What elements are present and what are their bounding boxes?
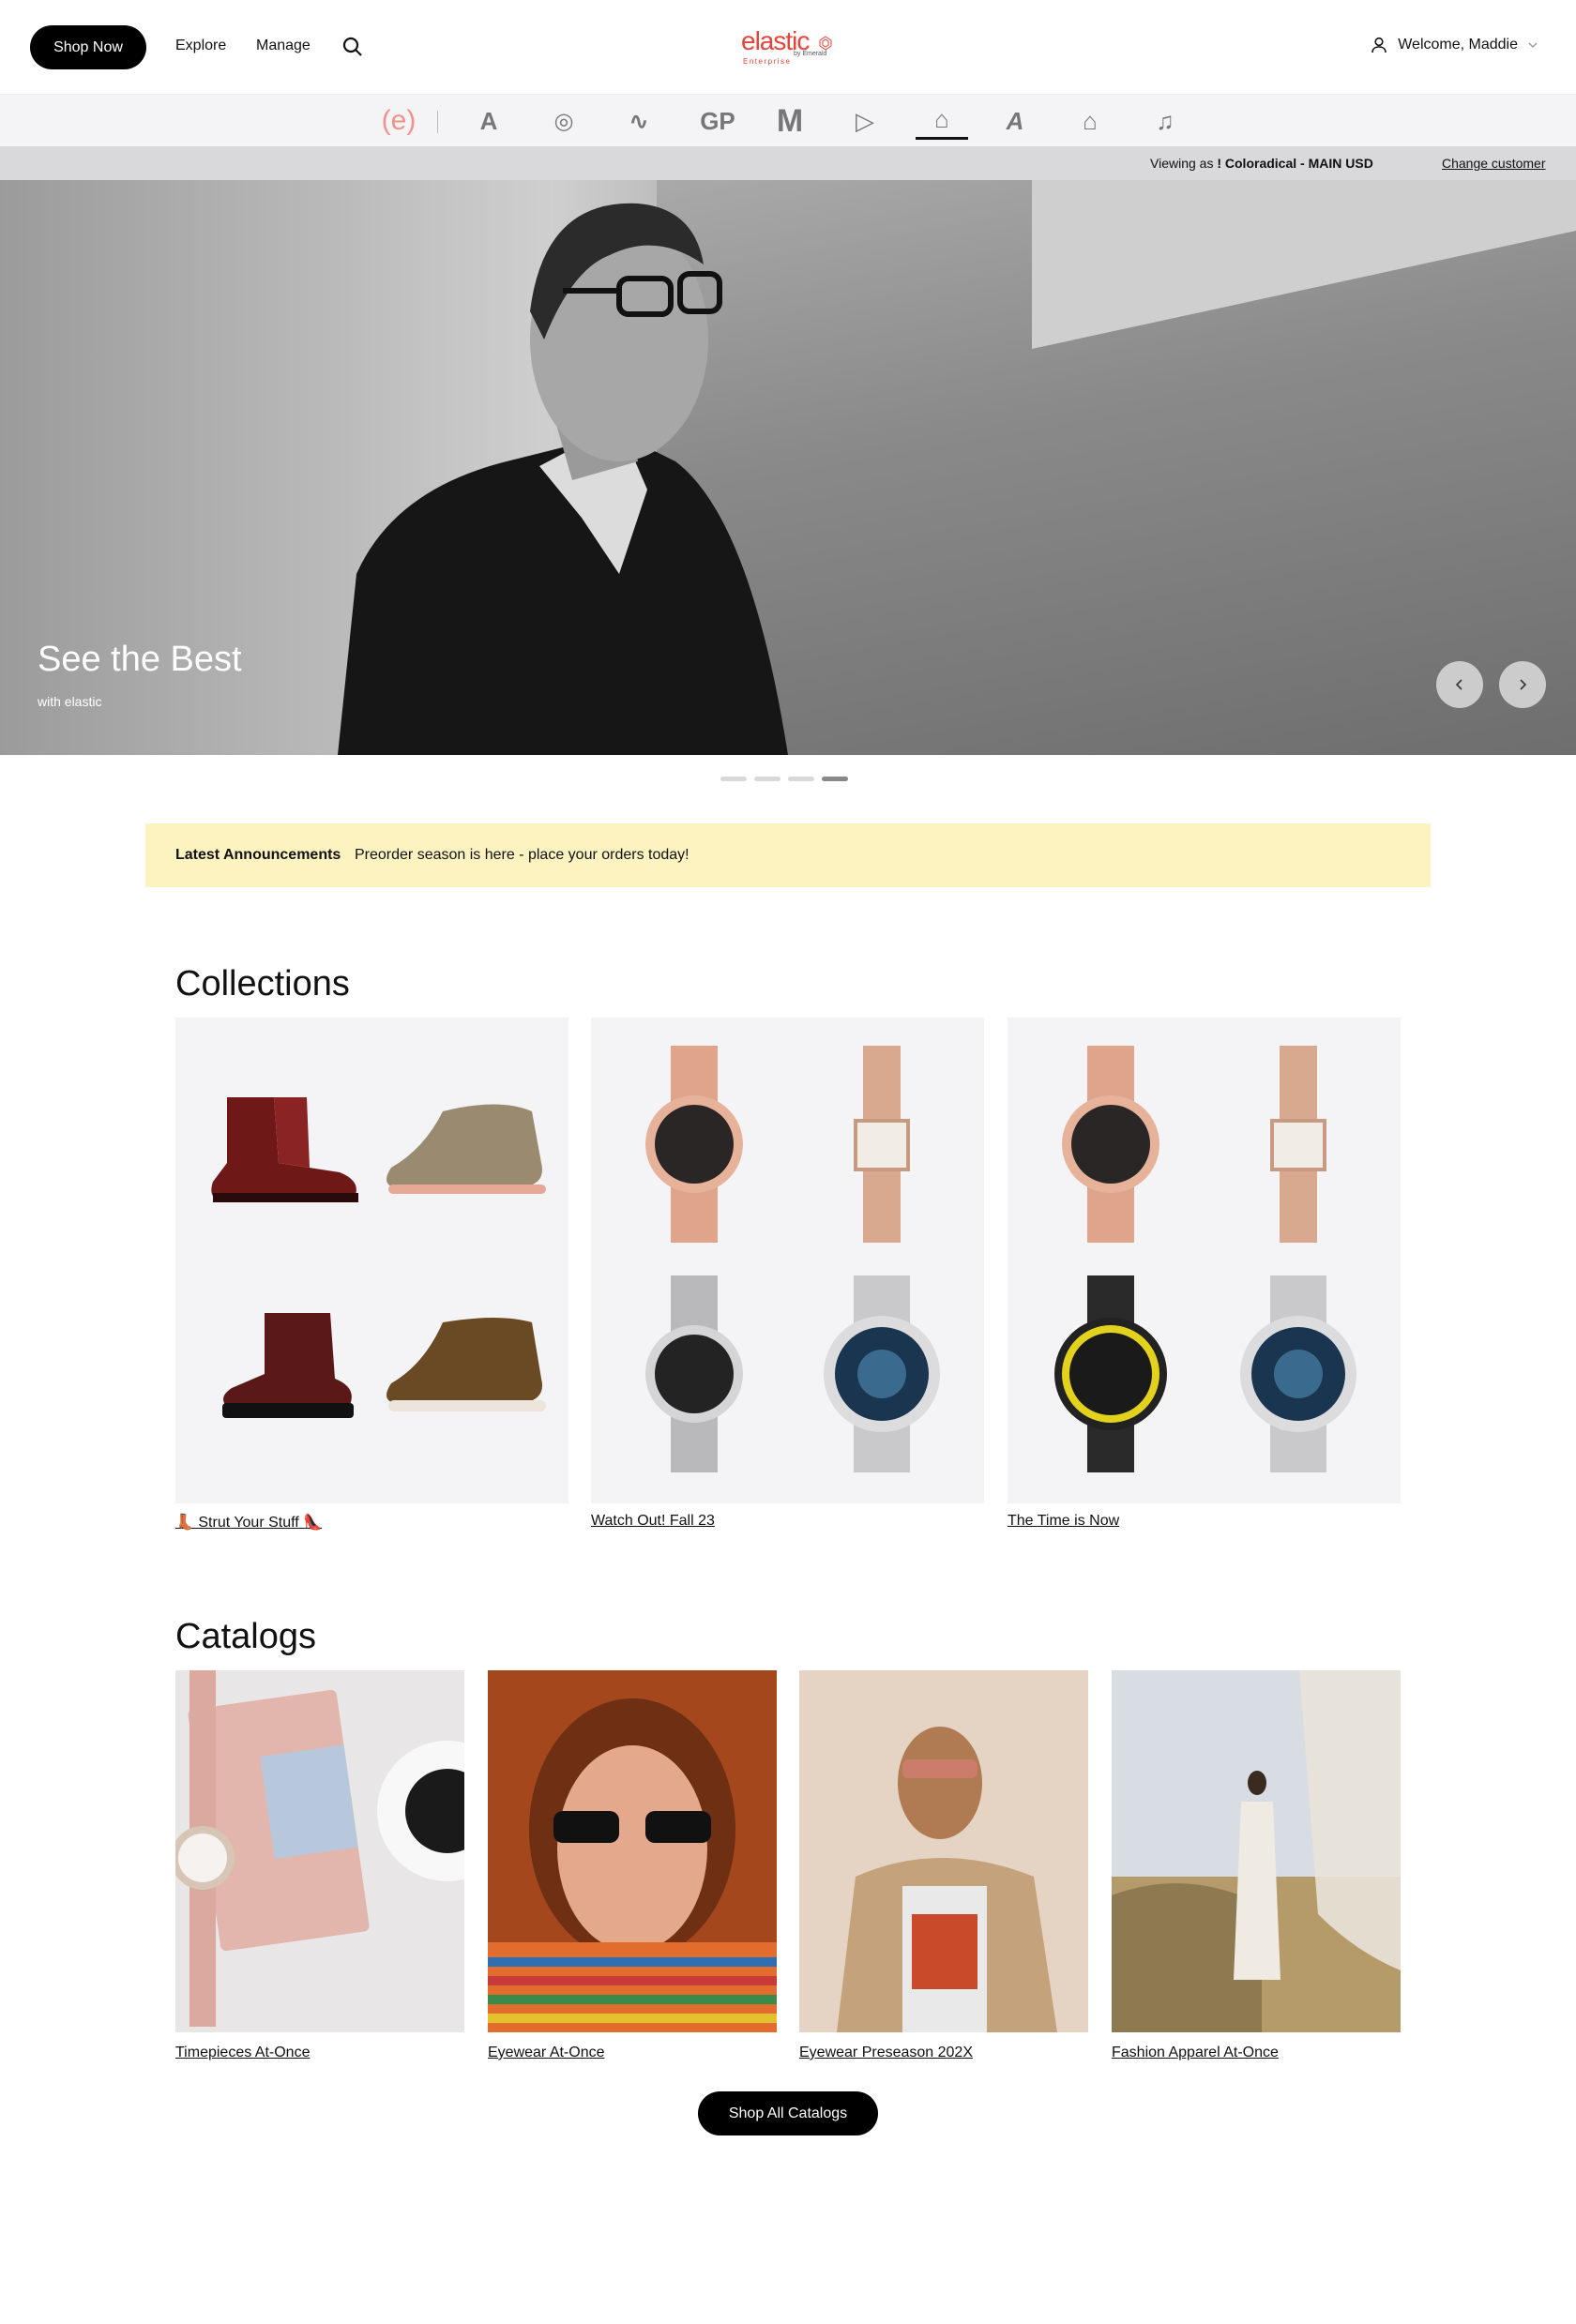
elastic-logo[interactable]: elastic by Emerald Enterprise bbox=[741, 26, 835, 68]
carousel-next-button[interactable] bbox=[1499, 661, 1546, 708]
catalog-link[interactable]: Eyewear Preseason 202X bbox=[799, 2045, 973, 2061]
search-icon[interactable] bbox=[341, 36, 364, 58]
brand-logo-2[interactable]: ◎ bbox=[541, 102, 586, 140]
welcome-text: Welcome, Maddie bbox=[1398, 37, 1518, 53]
collection-card-strut-your-stuff[interactable] bbox=[175, 1018, 568, 1503]
catalog-image bbox=[1112, 1670, 1401, 2032]
watch-image bbox=[1062, 1046, 1159, 1243]
change-customer-link[interactable]: Change customer bbox=[1442, 156, 1546, 171]
chevron-left-icon bbox=[1455, 679, 1462, 690]
watch-image bbox=[645, 1046, 743, 1243]
boot-image bbox=[211, 1097, 358, 1202]
catalog-link[interactable]: Timepieces At-Once bbox=[175, 2045, 310, 2061]
hero-title: See the Best bbox=[38, 640, 242, 679]
top-header: Shop Now Explore Manage elastic by Emera… bbox=[0, 0, 1576, 94]
chevron-down-icon bbox=[1528, 42, 1538, 48]
carousel-dot[interactable] bbox=[754, 777, 780, 781]
catalog-card-fashion-apparel[interactable] bbox=[1112, 1670, 1401, 2032]
logo-by-text: by Emerald bbox=[794, 51, 827, 57]
catalog-link[interactable]: Fashion Apparel At-Once bbox=[1112, 2045, 1279, 2061]
brand-strip: (e) A ◎ ∿ GP M ▷ ⌂ A ⌂ ♫ bbox=[0, 94, 1576, 146]
catalog-image bbox=[488, 1670, 777, 2032]
nav-manage-link[interactable]: Manage bbox=[256, 38, 311, 54]
catalog-image bbox=[175, 1670, 464, 2032]
collection-card-watch-out[interactable] bbox=[591, 1018, 984, 1503]
watch-image bbox=[824, 1275, 940, 1472]
brand-logo-3[interactable]: ∿ bbox=[616, 102, 661, 140]
brand-logo-9[interactable]: ⌂ bbox=[1068, 102, 1113, 140]
emerald-gem-icon bbox=[819, 36, 832, 51]
collection-link[interactable]: Watch Out! Fall 23 bbox=[591, 1513, 715, 1530]
hero-subtitle: with elastic bbox=[38, 694, 102, 709]
collection-link[interactable]: The Time is Now bbox=[1008, 1513, 1119, 1530]
shop-all-catalogs-button[interactable]: Shop All Catalogs bbox=[698, 2091, 878, 2135]
logo-subtitle: Enterprise bbox=[743, 57, 792, 66]
announcement-label: Latest Announcements bbox=[175, 847, 341, 863]
user-icon bbox=[1371, 37, 1387, 53]
shoe-image bbox=[386, 1104, 546, 1194]
announcement-banner: Latest Announcements Preorder season is … bbox=[145, 823, 1431, 887]
watch-image bbox=[1240, 1275, 1356, 1472]
nav-explore-link[interactable]: Explore bbox=[175, 38, 226, 54]
viewing-customer-name: ! Coloradical - MAIN USD bbox=[1217, 156, 1373, 171]
watch-image bbox=[854, 1046, 910, 1243]
brand-logo-6[interactable]: ▷ bbox=[842, 102, 887, 140]
brand-logo-5[interactable]: M bbox=[767, 102, 812, 140]
account-menu[interactable]: Welcome, Maddie bbox=[1370, 36, 1538, 54]
announcement-text: Preorder season is here - place your ord… bbox=[355, 847, 690, 863]
shoe-image bbox=[386, 1318, 546, 1411]
carousel-prev-button[interactable] bbox=[1436, 661, 1483, 708]
boot-image bbox=[222, 1313, 354, 1418]
viewing-as-bar: Viewing as ! Coloradical - MAIN USD Chan… bbox=[0, 146, 1576, 180]
brand-logo-1[interactable]: A bbox=[466, 102, 511, 140]
collection-card-time-is-now[interactable] bbox=[1008, 1018, 1401, 1503]
hero-carousel: See the Best with elastic bbox=[0, 180, 1576, 755]
catalog-image bbox=[799, 1670, 1088, 2032]
brand-logo-10[interactable]: ♫ bbox=[1143, 102, 1188, 140]
carousel-dot[interactable] bbox=[788, 777, 814, 781]
brand-elastic[interactable]: (e) bbox=[375, 102, 422, 140]
carousel-dot[interactable] bbox=[720, 777, 747, 781]
collections-heading: Collections bbox=[175, 964, 350, 1004]
catalog-card-eyewear-preseason[interactable] bbox=[799, 1670, 1088, 2032]
hero-image bbox=[338, 203, 788, 755]
shop-now-button[interactable]: Shop Now bbox=[30, 25, 146, 69]
brand-logo-8[interactable]: A bbox=[993, 102, 1038, 140]
brand-logo-7[interactable]: ⌂ bbox=[916, 102, 968, 140]
brand-divider bbox=[437, 111, 438, 133]
collection-link[interactable]: 👢 Strut Your Stuff 👠 bbox=[175, 1513, 322, 1532]
carousel-dots bbox=[720, 777, 848, 781]
watch-image bbox=[1270, 1046, 1326, 1243]
watch-image bbox=[645, 1275, 743, 1472]
brand-logo-4[interactable]: GP bbox=[691, 102, 744, 140]
viewing-prefix: Viewing as bbox=[1150, 156, 1214, 171]
catalog-card-eyewear[interactable] bbox=[488, 1670, 777, 2032]
catalogs-heading: Catalogs bbox=[175, 1617, 316, 1656]
catalog-card-timepieces[interactable] bbox=[175, 1670, 464, 2032]
viewing-as-text: Viewing as ! Coloradical - MAIN USD bbox=[1150, 156, 1373, 171]
carousel-dot-active[interactable] bbox=[822, 777, 848, 781]
watch-image bbox=[1054, 1275, 1167, 1472]
catalog-link[interactable]: Eyewear At-Once bbox=[488, 2045, 605, 2061]
chevron-right-icon bbox=[1520, 679, 1527, 690]
